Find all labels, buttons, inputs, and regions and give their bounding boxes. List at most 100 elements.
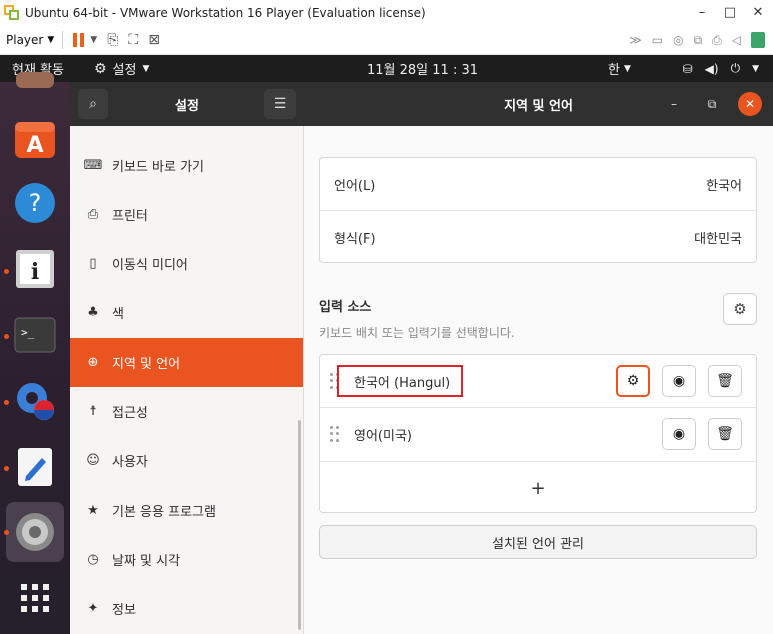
power-icon: ⏻ (730, 61, 741, 75)
maximize-window-button[interactable]: □ (723, 5, 737, 20)
cd-drive-icon[interactable]: ◎ (673, 33, 683, 47)
sidebar-item-default-apps[interactable]: ★ 기본 응용 프로그램 (70, 486, 303, 535)
star-icon: ★ (87, 503, 99, 518)
player-menu-button[interactable]: Player ▼ (6, 33, 54, 47)
input-source-label: 한국어 (Hangul) (354, 376, 451, 391)
sidebar-item-label: 기본 응용 프로그램 (112, 505, 216, 520)
hamburger-menu-button[interactable]: ☰ (264, 89, 296, 119)
dock-app-partial[interactable] (12, 72, 58, 94)
hard-disk-icon[interactable]: ▭ (652, 33, 663, 47)
color-icon: ♣ (87, 305, 99, 320)
users-icon: ☺ (86, 453, 100, 468)
sidebar-item-label: 정보 (112, 603, 136, 618)
menu-icon: ☰ (273, 96, 287, 112)
terminal-icon[interactable]: >_ (12, 312, 58, 358)
input-method-label: 한 (608, 63, 620, 78)
minimize-button[interactable]: – (662, 92, 686, 116)
input-source-remove-button[interactable]: 🗑 (708, 365, 742, 397)
ubuntu-top-bar: 현재 활동 ⚙ 설정 ▼ 11월 28일 11 : 31 한 ▼ ⛁ ◀) ⏻ … (0, 55, 773, 82)
unity-mode-icon[interactable]: ⊠ (148, 32, 160, 48)
input-sources-options-button[interactable]: ⚙ (723, 293, 757, 325)
keyboard-icon: ⌨ (83, 158, 103, 173)
eye-icon: ◉ (672, 373, 686, 389)
player-menu-label: Player (6, 32, 44, 47)
input-source-settings-button[interactable]: ⚙ (616, 365, 650, 397)
system-info-icon[interactable]: i (12, 246, 58, 292)
sidebar-item-users[interactable]: ☺ 사용자 (70, 436, 303, 485)
vmware-title-bar: Ubuntu 64-bit - VMware Workstation 16 Pl… (0, 0, 773, 25)
svg-text:>_: >_ (21, 326, 35, 339)
input-method-settings-icon[interactable] (12, 378, 58, 424)
toolbar-divider (62, 30, 64, 49)
running-indicator (4, 269, 9, 274)
close-window-button[interactable]: ✕ (751, 5, 765, 20)
language-format-card: 언어(L) 한국어 형식(F) 대한민국 (319, 157, 757, 263)
restore-button[interactable]: ⧉ (700, 92, 724, 116)
main-content: 언어(L) 한국어 형식(F) 대한민국 입력 소스 키보드 배치 또는 입력기… (304, 126, 773, 634)
input-source-preview-button[interactable]: ◉ (662, 365, 696, 397)
settings-sidebar-header: ⌕ 설정 ☰ (70, 82, 304, 126)
formats-value: 대한민국 (694, 231, 742, 247)
input-source-preview-button[interactable]: ◉ (662, 418, 696, 450)
send-ctrl-alt-del-icon[interactable]: ⎘ (107, 32, 118, 48)
main-header: 지역 및 언어 – ⧉ ✕ (304, 82, 773, 126)
svg-text:A: A (26, 133, 43, 158)
input-sources-title: 입력 소스 (319, 300, 372, 315)
svg-text:?: ? (29, 189, 42, 217)
sidebar-item-label: 이동식 미디어 (112, 258, 188, 273)
sidebar-item-date-time[interactable]: ◷ 날짜 및 시각 (70, 535, 303, 584)
eye-icon: ◉ (672, 426, 686, 442)
language-row[interactable]: 언어(L) 한국어 (320, 158, 756, 210)
help-icon[interactable]: ? (12, 180, 58, 226)
running-indicator (4, 400, 9, 405)
clock-icon: ◷ (87, 552, 99, 567)
input-method-indicator[interactable]: 한 ▼ (608, 55, 631, 82)
chevron-down-icon: ▼ (142, 63, 150, 74)
software-center-icon[interactable]: A (12, 116, 58, 162)
pause-dropdown-icon[interactable]: ▼ (90, 35, 97, 45)
chevron-down-icon: ▼ (623, 63, 631, 74)
minimize-window-button[interactable]: – (695, 5, 709, 20)
sidebar-item-label: 색 (112, 307, 124, 322)
printer-icon: ⎙ (87, 207, 99, 222)
sidebar-item-region-language[interactable]: ⊕ 지역 및 언어 (70, 338, 303, 387)
gear-icon: ⚙ (733, 300, 747, 318)
language-label: 언어(L) (334, 178, 376, 194)
sidebar-item-label: 접근성 (112, 406, 148, 421)
vmware-window-title: Ubuntu 64-bit - VMware Workstation 16 Pl… (25, 5, 426, 20)
text-editor-icon[interactable] (12, 444, 58, 490)
formats-row[interactable]: 형식(F) 대한민국 (320, 211, 756, 263)
network-adapter-icon[interactable]: ⧉ (694, 33, 703, 48)
sound-device-icon[interactable]: ◁ (732, 33, 741, 47)
clock[interactable]: 11월 28일 11 : 31 (367, 55, 478, 82)
system-status-menu[interactable]: ⛁ ◀) ⏻ ▼ (683, 55, 759, 82)
trash-icon: 🗑 (716, 426, 734, 442)
drag-handle-icon[interactable] (330, 426, 340, 442)
message-log-icon[interactable] (751, 32, 765, 48)
input-source-row[interactable]: 한국어 (Hangul) ⚙ ◉ 🗑 (320, 355, 756, 407)
sidebar-item-about[interactable]: ✦ 정보 (70, 584, 303, 633)
sidebar-item-label: 날짜 및 시각 (112, 554, 181, 569)
sidebar-scrollbar[interactable] (298, 420, 301, 630)
sidebar-item-accessibility[interactable]: ☨ 접근성 (70, 387, 303, 436)
fit-guest-icon[interactable]: ⛶ (128, 32, 138, 48)
network-icon: ⛁ (682, 61, 693, 76)
pause-icon[interactable] (73, 32, 85, 47)
sidebar-item-keyboard-shortcuts[interactable]: ⌨ 키보드 바로 가기 (70, 141, 303, 190)
sidebar-item-label: 키보드 바로 가기 (112, 160, 204, 175)
settings-app-icon[interactable] (6, 502, 64, 562)
forward-icon[interactable]: ≫ (629, 33, 642, 47)
gear-icon: ⚙ (626, 373, 640, 389)
manage-installed-languages-button[interactable]: 설치된 언어 관리 (319, 525, 757, 559)
add-input-source-row[interactable]: + (320, 462, 756, 514)
input-source-row[interactable]: 영어(미국) ◉ 🗑 (320, 408, 756, 460)
app-menu-button[interactable]: ⚙ 설정 ▼ (94, 59, 150, 79)
show-applications-icon[interactable] (21, 584, 49, 612)
sidebar-item-label: 사용자 (112, 455, 148, 470)
sidebar-item-printers[interactable]: ⎙ 프린터 (70, 190, 303, 239)
sidebar-item-removable-media[interactable]: ▯ 이동식 미디어 (70, 239, 303, 288)
input-source-remove-button[interactable]: 🗑 (708, 418, 742, 450)
close-button[interactable]: ✕ (738, 92, 762, 116)
sidebar-item-color[interactable]: ♣ 색 (70, 288, 303, 337)
printer-device-icon[interactable]: ⎙ (712, 33, 722, 48)
